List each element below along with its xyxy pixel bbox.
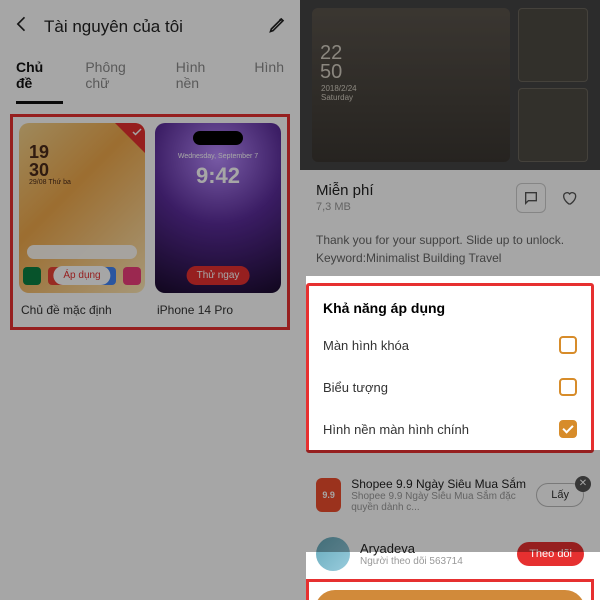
checkbox-icon[interactable] (559, 336, 577, 354)
promo-banner[interactable]: 9.9 Shopee 9.9 Ngày Siêu Mua Sắm Shopee … (300, 467, 600, 523)
size-label: 7,3 MB (316, 201, 374, 213)
page-title: Tài nguyên của tôi (44, 17, 183, 37)
option-lockscreen[interactable]: Màn hình khóa (309, 324, 591, 366)
try-now-button[interactable]: Thử ngay (187, 266, 250, 285)
follow-button[interactable]: Theo dõi (517, 542, 584, 566)
dynamic-island-mock (193, 131, 243, 145)
get-button[interactable]: Lấy ✕ (536, 483, 584, 507)
apply-button[interactable]: Áp dụng (315, 590, 585, 600)
themes-highlight-box: 19 3029/08 Thứ ba Áp dụng Chủ đề mặc địn… (10, 114, 290, 330)
edit-icon[interactable] (268, 14, 288, 39)
shopee-logo-icon: 9.9 (316, 478, 341, 512)
favorite-icon[interactable] (554, 183, 584, 213)
close-icon[interactable]: ✕ (575, 476, 591, 492)
comment-icon[interactable] (516, 183, 546, 213)
tab-more[interactable]: Hình (254, 59, 284, 104)
option-homescreen[interactable]: Hình nền màn hình chính (309, 408, 591, 450)
theme-label: iPhone 14 Pro (155, 293, 281, 317)
option-icons[interactable]: Biểu tượng (309, 366, 591, 408)
back-icon[interactable] (12, 14, 32, 39)
avatar (316, 537, 350, 571)
search-bar-mock (27, 245, 137, 259)
theme-preview-area: 22 50 2018/2/24 Saturday (300, 0, 600, 170)
theme-card-default[interactable]: 19 3029/08 Thứ ba Áp dụng Chủ đề mặc địn… (19, 123, 145, 317)
apply-options-panel: Khả năng áp dụng Màn hình khóa Biểu tượn… (306, 283, 594, 453)
theme-label: Chủ đề mặc định (19, 293, 145, 317)
author-row[interactable]: Aryadeva Người theo dõi 563714 Theo dõi (300, 523, 600, 577)
tab-fonts[interactable]: Phông chữ (85, 59, 153, 104)
apply-highlight-box: Áp dụng (306, 579, 594, 600)
tab-themes[interactable]: Chủ đề (16, 59, 63, 104)
theme-card-iphone[interactable]: Wednesday, September 79:42 Thử ngay iPho… (155, 123, 281, 317)
selected-check-icon (115, 123, 145, 153)
panel-title: Khả năng áp dụng (309, 286, 591, 324)
theme-description: Thank you for your support. Slide up to … (300, 225, 600, 283)
checkbox-icon[interactable] (559, 420, 577, 438)
checkbox-icon[interactable] (559, 378, 577, 396)
tab-wallpapers[interactable]: Hình nền (176, 59, 233, 104)
price-label: Miễn phí (316, 182, 374, 199)
tab-bar: Chủ đề Phông chữ Hình nền Hình (0, 53, 300, 104)
apply-pill-button[interactable]: Áp dụng (53, 266, 110, 285)
